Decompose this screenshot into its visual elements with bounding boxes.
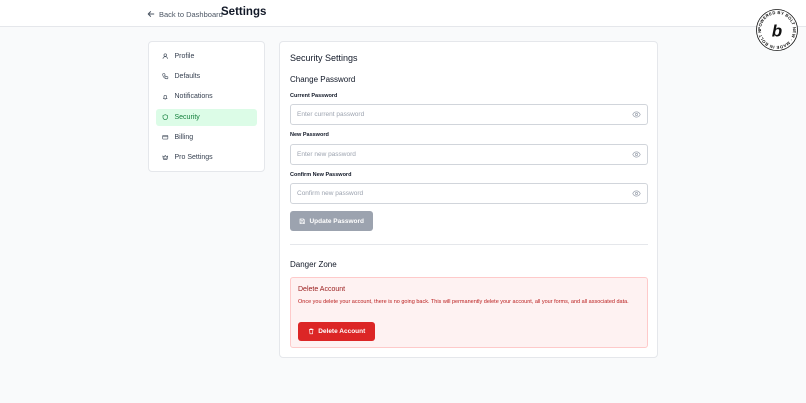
security-settings-panel: Security Settings Change Password Curren… [279, 41, 658, 358]
sidebar-item-billing[interactable]: Billing [156, 129, 257, 146]
sidebar-item-label: Defaults [174, 73, 201, 81]
new-password-input[interactable] [297, 151, 632, 158]
current-password-input[interactable] [297, 111, 632, 118]
eye-icon[interactable] [632, 189, 641, 198]
delete-account-title: Delete Account [298, 286, 346, 293]
new-password-field [290, 144, 648, 165]
save-icon [299, 218, 305, 224]
current-password-field [290, 104, 648, 125]
sidebar-item-profile[interactable]: Profile [156, 48, 257, 65]
bolt-badge-icon[interactable]: POWERED BY BOLT NEW · MADE IN BOLT NEW ·… [756, 9, 798, 51]
bell-icon [163, 94, 168, 100]
sidebar-item-defaults[interactable]: Defaults [156, 68, 257, 85]
sidebar-item-security[interactable]: Security [156, 108, 257, 126]
change-password-title: Change Password [290, 75, 356, 84]
danger-zone-title: Danger Zone [290, 260, 337, 269]
page-title: Settings [221, 6, 267, 18]
back-link-label: Back to Dashboard [159, 9, 223, 19]
phone-icon [162, 73, 169, 80]
confirm-password-input[interactable] [297, 190, 632, 197]
sidebar-item-label: Profile [174, 53, 195, 60]
confirm-password-label: Confirm New Password [290, 172, 352, 178]
eye-icon[interactable] [632, 150, 641, 159]
sidebar-item-pro-settings[interactable]: Pro Settings [156, 149, 257, 166]
shield-icon [162, 114, 168, 120]
top-header: Back to Dashboard Settings [0, 0, 806, 27]
security-settings-title: Security Settings [290, 53, 358, 63]
back-to-dashboard-link[interactable]: Back to Dashboard [147, 8, 223, 20]
crown-icon [162, 155, 169, 161]
sidebar-item-label: Security [174, 113, 200, 121]
arrow-left-icon [147, 11, 155, 17]
delete-account-warning: Once you delete your account, there is n… [298, 299, 629, 305]
sidebar-item-label: Billing [174, 133, 194, 141]
user-icon [162, 53, 168, 60]
badge-letter: b [772, 22, 782, 41]
eye-icon[interactable] [632, 110, 641, 119]
credit-card-icon [162, 135, 169, 140]
delete-account-box: Delete Account Once you delete your acco… [290, 277, 648, 348]
settings-sidebar: Profile Defaults Notifications Security … [148, 41, 265, 172]
delete-account-label: Delete Account [318, 328, 366, 335]
delete-account-button[interactable]: Delete Account [298, 322, 375, 341]
sidebar-item-notifications[interactable]: Notifications [156, 88, 257, 105]
new-password-label: New Password [290, 132, 329, 138]
update-password-label: Update Password [309, 217, 365, 225]
update-password-button[interactable]: Update Password [290, 211, 373, 231]
trash-icon [308, 328, 314, 335]
current-password-label: Current Password [290, 93, 338, 99]
section-divider [290, 244, 648, 245]
confirm-password-field [290, 183, 648, 204]
sidebar-item-label: Pro Settings [174, 153, 213, 161]
sidebar-item-label: Notifications [174, 93, 213, 101]
